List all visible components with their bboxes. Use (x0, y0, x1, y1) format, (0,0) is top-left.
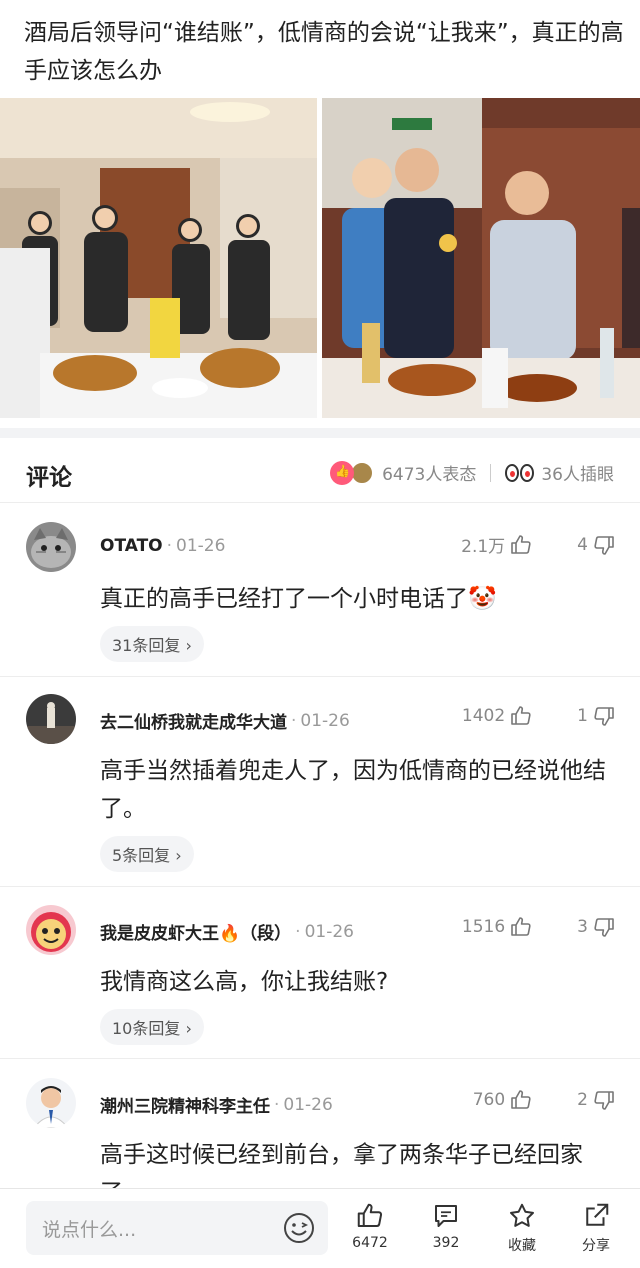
thumb-down-icon[interactable] (592, 704, 616, 728)
dislike-count: 4 (577, 534, 588, 555)
share-icon (586, 1203, 609, 1226)
username[interactable]: 去二仙桥我就走成华大道 (100, 708, 287, 733)
article-title: 酒局后领导问“谁结账”，低情商的会说“让我来”，真正的高手应该怎么办 (24, 20, 624, 84)
comment-stats: 760 2 (473, 1088, 616, 1112)
emoji-icon[interactable] (282, 1211, 316, 1250)
comment-input-placeholder: 说点什么... (42, 1218, 137, 1241)
comment-text: 我情商这么高，你让我结账? (100, 969, 389, 995)
comment-input[interactable]: 说点什么... (26, 1201, 328, 1255)
dislike-count: 3 (577, 917, 588, 937)
comment-stats: 1516 3 (462, 915, 616, 939)
eyes-icon (505, 463, 535, 482)
like-action[interactable]: 6472 (340, 1201, 400, 1251)
star-icon (510, 1203, 534, 1227)
thumb-down-icon[interactable] (592, 1088, 616, 1112)
avatar[interactable] (26, 1078, 76, 1128)
meta-dot: · (166, 536, 173, 556)
meta-dot: · (291, 710, 297, 731)
meta-dot: · (295, 921, 301, 942)
comment-text: 真正的高手已经打了一个小时电话了🤡 (100, 586, 497, 612)
reaction-count: 6473人表态 (382, 465, 477, 485)
like-count: 760 (472, 1090, 506, 1110)
comment-item: OTATO · 01-26 2.1万 4 真正的高手已经打了一个小时电话了🤡 3… (0, 522, 640, 672)
thumb-down-icon[interactable] (592, 533, 616, 557)
avatar[interactable] (26, 905, 76, 955)
comment-meta: OTATO · 01-26 (100, 536, 225, 556)
avatar[interactable] (26, 522, 76, 572)
comment-item: 我是皮皮虾大王🔥（段） · 01-26 1516 3 我情商这么高，你让我结账?… (0, 905, 640, 1055)
username[interactable]: OTATO (100, 536, 163, 556)
like-count: 1402 (461, 706, 506, 726)
comment-icon (435, 1205, 457, 1227)
comment-action-count: 392 (432, 1235, 460, 1251)
comment-meta: 去二仙桥我就走成华大道 · 01-26 (100, 708, 350, 734)
username[interactable]: 潮州三院精神科李主任 (100, 1092, 270, 1117)
reaction-summary[interactable]: 6473人表态 36人插眼 (330, 460, 614, 485)
comment-text: 高手当然插着兜走人了，因为低情商的已经说他结了。 (100, 758, 606, 822)
meta-dot: · (274, 1094, 280, 1115)
section-divider (0, 428, 640, 438)
thumb-up-icon[interactable] (509, 1088, 533, 1112)
replies-button[interactable]: 31条回复 › (100, 626, 204, 662)
bottom-action-bar: 说点什么... 6472 392 收藏 分享 (0, 1188, 640, 1268)
comment-item: 去二仙桥我就走成华大道 · 01-26 1402 1 高手当然插着兜走人了，因为… (0, 694, 640, 874)
comment-date: 01-26 (283, 1094, 333, 1115)
article-photos[interactable] (0, 98, 640, 418)
reaction-icons (330, 460, 375, 485)
reaction-separator (490, 463, 492, 482)
username[interactable]: 我是皮皮虾大王🔥（段） (100, 919, 291, 944)
like-action-count: 6472 (352, 1235, 388, 1251)
like-reaction-icon (330, 460, 355, 485)
thumb-up-icon (357, 1203, 383, 1227)
favorite-action[interactable]: 收藏 (492, 1201, 552, 1255)
photo-banquet-left[interactable] (0, 98, 317, 418)
like-count: 2.1万 (461, 537, 506, 557)
dislike-count: 1 (577, 706, 588, 726)
thumb-up-icon[interactable] (509, 533, 533, 557)
favorite-label: 收藏 (508, 1238, 536, 1254)
comment-divider (0, 676, 640, 677)
comments-title: 评论 (26, 465, 72, 491)
replies-button[interactable]: 5条回复 › (100, 836, 194, 872)
like-count: 1516 (461, 917, 506, 937)
photo-banquet-right[interactable] (322, 98, 640, 418)
comment-meta: 我是皮皮虾大王🔥（段） · 01-26 (100, 919, 354, 945)
comment-stats: 2.1万 4 (461, 532, 616, 557)
comment-stats: 1402 1 (462, 704, 616, 728)
comment-date: 01-26 (300, 710, 350, 731)
header-divider (0, 502, 640, 503)
comment-action[interactable]: 392 (416, 1201, 476, 1251)
thumb-up-icon[interactable] (509, 704, 533, 728)
comments-header: 评论 6473人表态 36人插眼 (0, 446, 640, 502)
comment-divider (0, 886, 640, 887)
comment-divider (0, 1058, 640, 1059)
thumb-down-icon[interactable] (592, 915, 616, 939)
replies-button[interactable]: 10条回复 › (100, 1009, 204, 1045)
eyes-count: 36人插眼 (541, 465, 614, 485)
comment-date: 01-26 (176, 536, 226, 556)
avatar[interactable] (26, 694, 76, 744)
thumb-up-icon[interactable] (509, 915, 533, 939)
share-label: 分享 (582, 1238, 610, 1254)
dislike-count: 2 (577, 1090, 588, 1110)
share-action[interactable]: 分享 (566, 1201, 626, 1255)
comment-meta: 潮州三院精神科李主任 · 01-26 (100, 1092, 333, 1118)
comment-item: 潮州三院精神科李主任 · 01-26 760 2 高手这时候已经到前台，拿了两条… (0, 1078, 640, 1206)
comment-date: 01-26 (304, 921, 354, 942)
